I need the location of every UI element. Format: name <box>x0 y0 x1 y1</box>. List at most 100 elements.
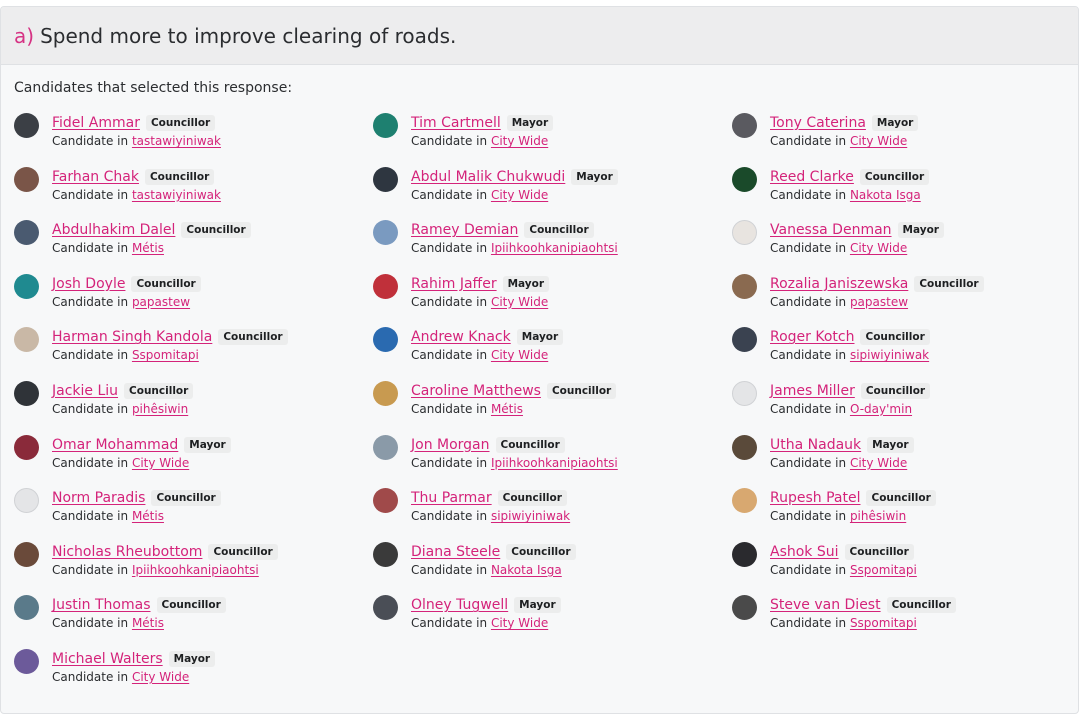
candidate-item: Harman Singh Kandola Councillor Candidate … <box>14 327 373 381</box>
ward-link[interactable]: City Wide <box>491 188 548 202</box>
candidate-avatar <box>373 434 398 460</box>
candidate-info: Tony Caterina Mayor Candidate in City Wide <box>770 113 919 148</box>
ward-link[interactable]: City Wide <box>132 670 189 684</box>
candidate-name-link[interactable]: Vanessa Denman <box>770 222 892 238</box>
candidate-prefix: Candidate in <box>411 241 488 256</box>
candidate-item: Olney Tugwell Mayor Candidate in City Wide <box>373 595 732 649</box>
candidate-item: Andrew Knack Mayor Candidate in City Wide <box>373 327 732 381</box>
candidate-name-link[interactable]: Steve van Diest <box>770 597 881 613</box>
candidate-name-link[interactable]: Thu Parmar <box>411 490 492 506</box>
candidate-location: Candidate in Ipiihkoohkanipiaohtsi <box>52 563 278 577</box>
candidate-name-row: Abdul Malik Chukwudi Mayor <box>411 167 618 187</box>
ward-link[interactable]: City Wide <box>850 134 907 148</box>
ward-link[interactable]: sipiwiyiniwak <box>491 509 570 523</box>
role-badge: Councillor <box>124 382 194 399</box>
candidate-avatar <box>373 595 398 621</box>
candidate-item: Nicholas Rheubottom Councillor Candidate i… <box>14 541 373 596</box>
candidate-name-link[interactable]: Caroline Matthews <box>411 383 541 399</box>
candidate-avatar <box>14 327 39 353</box>
ward-link[interactable]: pihêsiwin <box>850 509 906 523</box>
candidate-prefix: Candidate in <box>52 187 129 202</box>
role-badge: Mayor <box>502 275 550 292</box>
ward-link[interactable]: papastew <box>850 295 908 309</box>
candidate-name-link[interactable]: Tim Cartmell <box>411 115 501 131</box>
candidate-name-link[interactable]: Michael Walters <box>52 651 163 667</box>
candidate-name-link[interactable]: Harman Singh Kandola <box>52 329 212 345</box>
candidate-name-link[interactable]: Tony Caterina <box>770 115 866 131</box>
ward-link[interactable]: Nakota Isga <box>850 188 921 202</box>
candidate-name-link[interactable]: Fidel Ammar <box>52 115 140 131</box>
ward-link[interactable]: Sspomitapi <box>132 348 199 362</box>
ward-link[interactable]: City Wide <box>491 295 548 309</box>
candidate-name-row: Andrew Knack Mayor <box>411 327 564 347</box>
candidate-name-link[interactable]: Norm Paradis <box>52 490 145 506</box>
candidate-name-link[interactable]: Nicholas Rheubottom <box>52 544 202 560</box>
candidate-name-link[interactable]: Abdul Malik Chukwudi <box>411 169 565 185</box>
ward-link[interactable]: City Wide <box>491 134 548 148</box>
candidate-name-link[interactable]: Rozalia Janiszewska <box>770 276 908 292</box>
role-badge: Mayor <box>514 597 561 614</box>
ward-link[interactable]: Sspomitapi <box>850 616 917 630</box>
ward-link[interactable]: sipiwiyiniwak <box>850 348 929 362</box>
candidate-name-link[interactable]: Diana Steele <box>411 544 500 560</box>
candidate-name-row: Reed Clarke Councillor <box>770 167 930 187</box>
role-badge: Councillor <box>524 222 594 239</box>
candidate-name-link[interactable]: Rupesh Patel <box>770 490 860 506</box>
candidate-name-link[interactable]: Roger Kotch <box>770 329 854 345</box>
ward-link[interactable]: Ipiihkoohkanipiaohtsi <box>491 241 618 255</box>
candidate-prefix: Candidate in <box>770 401 847 416</box>
candidate-name-link[interactable]: Justin Thomas <box>52 597 151 613</box>
candidate-name-link[interactable]: Jackie Liu <box>52 383 118 399</box>
role-badge: Councillor <box>860 329 930 346</box>
ward-link[interactable]: tastawiyiniwak <box>132 188 221 202</box>
ward-link[interactable]: pihêsiwin <box>132 402 188 416</box>
candidate-prefix: Candidate in <box>770 348 847 363</box>
candidate-info: Olney Tugwell Mayor Candidate in City Wide <box>411 595 561 630</box>
ward-link[interactable]: Métis <box>132 616 164 630</box>
ward-link[interactable]: City Wide <box>132 456 189 470</box>
candidate-item: Michael Walters Mayor Candidate in City Wi… <box>14 648 373 703</box>
candidate-info: Norm Paradis Councillor Candidate in Métis <box>52 488 221 523</box>
candidate-name-link[interactable]: Abdulhakim Dalel <box>52 222 175 238</box>
candidate-name-link[interactable]: Reed Clarke <box>770 169 854 185</box>
candidate-name-link[interactable]: Ramey Demian <box>411 222 518 238</box>
candidate-avatar <box>732 488 757 514</box>
candidate-name-row: Rozalia Janiszewska Councillor <box>770 274 984 294</box>
candidate-prefix: Candidate in <box>52 562 129 577</box>
candidate-location: Candidate in tastawiyiniwak <box>52 188 221 202</box>
candidate-avatar <box>14 488 39 514</box>
candidate-item: Jackie Liu Councillor Candidate in pihêsiw… <box>14 380 373 435</box>
candidate-name-link[interactable]: Olney Tugwell <box>411 597 508 613</box>
ward-link[interactable]: Métis <box>132 509 164 523</box>
candidate-name-link[interactable]: Ashok Sui <box>770 544 839 560</box>
candidate-name-link[interactable]: Farhan Chak <box>52 169 139 185</box>
ward-link[interactable]: City Wide <box>850 456 907 470</box>
candidate-name-link[interactable]: Josh Doyle <box>52 276 125 292</box>
ward-link[interactable]: papastew <box>132 295 190 309</box>
ward-link[interactable]: Ipiihkoohkanipiaohtsi <box>132 563 259 577</box>
candidate-info: Vanessa Denman Mayor Candidate in City Wid… <box>770 220 944 255</box>
ward-link[interactable]: Ipiihkoohkanipiaohtsi <box>491 456 618 470</box>
candidate-name-link[interactable]: James Miller <box>770 383 855 399</box>
candidate-name-link[interactable]: Utha Nadauk <box>770 437 861 453</box>
role-badge: Mayor <box>168 650 216 667</box>
ward-link[interactable]: City Wide <box>491 616 548 630</box>
candidate-name-link[interactable]: Andrew Knack <box>411 329 511 345</box>
candidate-item: Ramey Demian Councillor Candidate in Ipiih… <box>373 220 732 274</box>
candidate-info: Reed Clarke Councillor Candidate in Nakota… <box>770 167 930 202</box>
candidate-location: Candidate in pihêsiwin <box>770 509 936 523</box>
ward-link[interactable]: O-day'min <box>850 402 912 416</box>
ward-link[interactable]: Sspomitapi <box>850 563 917 577</box>
candidate-name-link[interactable]: Jon Morgan <box>411 437 490 453</box>
ward-link[interactable]: Métis <box>491 402 523 416</box>
candidate-avatar <box>373 113 398 138</box>
candidate-name-link[interactable]: Omar Mohammad <box>52 437 178 453</box>
ward-link[interactable]: Métis <box>132 241 164 255</box>
ward-link[interactable]: tastawiyiniwak <box>132 134 221 148</box>
ward-link[interactable]: Nakota Isga <box>491 563 562 577</box>
ward-link[interactable]: City Wide <box>491 348 548 362</box>
candidate-name-link[interactable]: Rahim Jaffer <box>411 276 497 292</box>
ward-link[interactable]: City Wide <box>850 241 907 255</box>
candidate-location: Candidate in Métis <box>52 616 226 630</box>
candidate-grid: Fidel Ammar Councillor Candidate in tastaw… <box>14 113 1072 703</box>
